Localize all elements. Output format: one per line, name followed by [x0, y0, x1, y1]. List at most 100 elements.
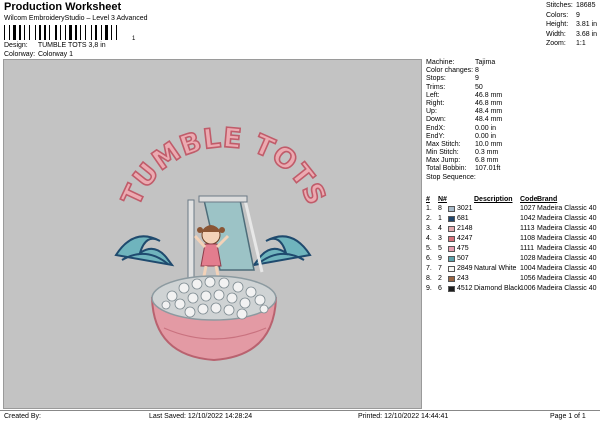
barcode-bar	[24, 25, 25, 40]
barcode-bar	[62, 25, 64, 40]
cell-idx: 1.	[426, 205, 432, 213]
table-row: 5. 5 475 1111 Madeira Classic 40	[426, 244, 598, 254]
barcode-bar	[105, 25, 108, 40]
barcode-bar	[19, 25, 21, 40]
barcode-bar	[93, 25, 94, 40]
cell-code: 1004	[520, 264, 536, 272]
barcode-bar	[9, 25, 10, 40]
barcode-bar	[17, 25, 18, 40]
machine-info-row: Max Stitch: 10.0 mm	[426, 140, 503, 148]
barcode-bar	[73, 25, 74, 40]
machine-info-row: Min Stitch: 0.3 mm	[426, 149, 499, 157]
design-row: Design: TUMBLE TOTS 3,8 in	[4, 42, 106, 50]
barcode	[4, 25, 139, 40]
barcode-bar	[111, 25, 112, 40]
machine-info-row: Color changes: 8	[426, 67, 479, 75]
barcode-bar	[51, 25, 54, 40]
cell-n: 4	[438, 225, 442, 233]
barcode-bar	[113, 25, 115, 40]
cell-n: 5	[438, 244, 442, 252]
machine-info: Machine: Tajima Color changes: 8 Stops: 9 Trim…	[426, 59, 598, 182]
barcode-bar	[58, 25, 59, 40]
barcode-bar	[55, 25, 57, 40]
printed-date: Printed: 12/10/2022 14:44:41	[358, 413, 449, 420]
cell-n: 3	[438, 235, 442, 243]
cell-desc: Natural White	[474, 264, 517, 272]
barcode-bar	[4, 25, 5, 40]
cell-n: 7	[438, 264, 442, 272]
cell-code: 1111	[520, 244, 535, 252]
color-swatch	[448, 216, 455, 223]
cell-idx: 9.	[426, 284, 432, 292]
stat-row: Width: 3.68 in	[546, 30, 598, 38]
barcode-bar	[91, 25, 92, 40]
cell-brand: Madeira Classic 40	[537, 205, 597, 213]
table-row: 3. 4 2148 1113 Madeira Classic 40	[426, 224, 598, 234]
barcode-bar	[22, 25, 23, 40]
barcode-bar	[82, 25, 84, 40]
cell-num: 681	[457, 215, 469, 223]
stat-row: Height: 3.81 in	[546, 21, 598, 29]
design-label: Design:	[4, 42, 28, 49]
cell-num: 4512	[457, 284, 473, 292]
colorway-row: Colorway: Colorway 1	[4, 51, 73, 59]
table-header: # N# Description Code Brand	[426, 196, 558, 203]
barcode-bar	[37, 25, 38, 40]
cell-num: 507	[457, 254, 469, 262]
machine-info-row: Up: 48.4 mm	[426, 108, 503, 116]
barcode-bar	[101, 25, 102, 40]
machine-info-row: EndX: 0.00 in	[426, 124, 497, 132]
design-preview: TUMBLE TOTS	[3, 59, 422, 409]
cell-idx: 6.	[426, 254, 432, 262]
cell-n: 1	[438, 215, 442, 223]
table-row: 2. 1 681 1042 Madeira Classic 40	[426, 214, 598, 224]
barcode-bar	[80, 25, 81, 40]
cell-brand: Madeira Classic 40	[537, 284, 597, 292]
machine-info-row: Machine: Tajima	[426, 59, 496, 66]
cell-brand: Madeira Classic 40	[537, 274, 597, 282]
color-swatch	[448, 285, 455, 292]
cell-idx: 7.	[426, 264, 432, 272]
color-swatch	[448, 275, 455, 282]
color-swatch	[448, 236, 455, 243]
barcode-bar	[6, 25, 8, 40]
barcode-bar	[116, 25, 117, 40]
barcode-bar	[65, 25, 66, 40]
cell-idx: 2.	[426, 215, 432, 223]
colorway-value: Colorway 1	[37, 51, 73, 58]
barcode-bar	[26, 25, 28, 40]
cell-brand: Madeira Classic 40	[537, 225, 597, 233]
stat-row: Colors: 9	[546, 11, 580, 19]
table-row: 6. 9 507 1028 Madeira Classic 40	[426, 254, 598, 264]
last-saved: Last Saved: 12/10/2022 14:28:24	[149, 413, 253, 420]
page-title: Production Worksheet	[4, 1, 122, 13]
color-swatch	[448, 206, 455, 213]
barcode-bar	[69, 25, 72, 40]
cell-code: 1113	[520, 225, 535, 233]
barcode-bar	[75, 25, 77, 40]
cell-num: 2148	[457, 225, 473, 233]
barcode-bar	[47, 25, 48, 40]
cell-n: 8	[438, 205, 442, 213]
cell-brand: Madeira Classic 40	[537, 215, 597, 223]
color-swatch	[448, 265, 455, 272]
barcode-bar	[44, 25, 46, 40]
table-row: 7. 7 2849 Natural White 1004 Madeira Classic …	[426, 264, 598, 274]
machine-info-row: Total Bobbin: 107.01ft	[426, 165, 501, 173]
barcode-bar	[95, 25, 97, 40]
color-swatch	[448, 246, 455, 252]
cell-n: 9	[438, 254, 442, 262]
cell-brand: Madeira Classic 40	[537, 235, 597, 243]
color-swatch	[448, 226, 455, 233]
cell-n: 6	[438, 284, 442, 292]
cell-idx: 4.	[426, 235, 432, 243]
cell-code: 1108	[520, 235, 536, 243]
barcode-bar	[35, 25, 36, 40]
cell-desc: Diamond Black	[474, 284, 522, 292]
table-row: 4. 3 4247 1108 Madeira Classic 40	[426, 234, 598, 244]
machine-info-row: Stops: 9	[426, 75, 479, 83]
barcode-bar	[31, 25, 34, 40]
barcode-bar	[29, 25, 30, 40]
barcode-bar	[60, 25, 61, 40]
barcode-bar	[11, 25, 12, 40]
